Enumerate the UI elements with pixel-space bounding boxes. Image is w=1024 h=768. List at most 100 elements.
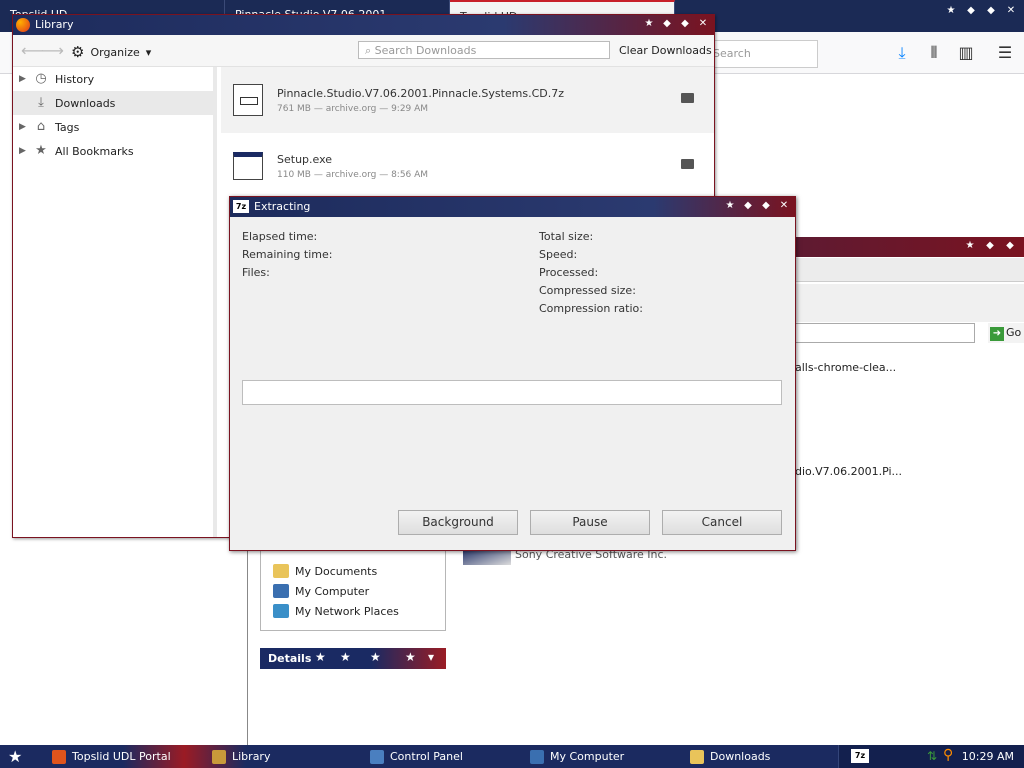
folder-icon xyxy=(273,564,289,578)
firefox-icon xyxy=(52,749,66,764)
taskbar-label: Topslid UDL Portal xyxy=(72,750,171,763)
sidebar-label: All Bookmarks xyxy=(55,144,134,158)
processed-label: Processed: xyxy=(539,266,599,279)
network-tray-icon[interactable]: ⇅ xyxy=(927,749,939,763)
extracting-titlebar: 7z Extracting ★ ◆ ◆ ✕ xyxy=(230,197,795,217)
organize-button[interactable]: ⚙ Organize ▾ xyxy=(71,43,151,61)
close-icon[interactable]: ◆ xyxy=(1003,239,1017,253)
organize-label: Organize xyxy=(90,45,140,59)
menu-icon[interactable]: ☰ xyxy=(994,44,1016,62)
close-icon[interactable]: ✕ xyxy=(696,17,710,31)
pause-button[interactable]: Pause xyxy=(530,510,650,535)
sidebar-item-all-bookmarks[interactable]: ▶ ★ All Bookmarks xyxy=(13,139,213,163)
extracting-dialog: 7z Extracting ★ ◆ ◆ ✕ Elapsed time: Rema… xyxy=(229,196,796,551)
taskbar-item-library[interactable]: Library xyxy=(212,745,362,768)
minimize-icon[interactable]: ◆ xyxy=(741,199,755,213)
expand-arrow-icon[interactable]: ▶ xyxy=(19,74,27,84)
sidebar-icon[interactable]: ▥ xyxy=(955,44,977,62)
close-icon[interactable]: ✕ xyxy=(777,199,791,213)
clock-icon: ◷ xyxy=(35,71,47,86)
go-label: Go xyxy=(1006,326,1022,339)
download-name: Setup.exe xyxy=(277,152,333,166)
search-downloads-input[interactable]: ⌕ Search Downloads xyxy=(358,41,610,59)
place-label: My Network Places xyxy=(295,604,399,618)
control-panel-icon xyxy=(370,749,384,764)
cancel-button[interactable]: Cancel xyxy=(662,510,782,535)
star-icon[interactable]: ★ xyxy=(642,17,656,31)
open-folder-icon[interactable] xyxy=(681,159,694,169)
maximize-icon[interactable]: ◆ xyxy=(678,17,692,31)
star-icon: ★ xyxy=(315,650,326,664)
go-button[interactable]: ➜ Go xyxy=(988,323,1024,343)
sidebar-item-history[interactable]: ▶ ◷ History xyxy=(13,67,213,91)
folder-icon xyxy=(690,749,704,764)
system-tray: 7z ⇅ ⚲ 10:29 AM xyxy=(838,745,1024,768)
library-icon[interactable]: ⫴ xyxy=(923,44,945,62)
clear-downloads-button[interactable]: Clear Downloads xyxy=(619,44,712,57)
compression-ratio-label: Compression ratio: xyxy=(539,302,643,315)
open-folder-icon[interactable] xyxy=(681,93,694,103)
taskbar-label: Control Panel xyxy=(390,750,463,763)
speed-label: Speed: xyxy=(539,248,578,261)
minimize-icon[interactable]: ◆ xyxy=(964,4,978,18)
control-panel-text-2: dio.V7.06.2001.Pi... xyxy=(795,465,903,478)
computer-icon xyxy=(530,749,544,764)
download-meta: 761 MB — archive.org — 9:29 AM xyxy=(277,103,429,114)
download-name: Pinnacle.Studio.V7.06.2001.Pinnacle.Syst… xyxy=(277,86,565,100)
chevron-down-icon: ▾ xyxy=(145,45,152,59)
taskbar: ★ Topslid UDL Portal Library Control Pan… xyxy=(0,745,1024,768)
sidebar-label: History xyxy=(55,72,95,86)
elapsed-time-label: Elapsed time: xyxy=(242,230,318,243)
sidebar-item-downloads[interactable]: ⤓ Downloads xyxy=(13,91,213,115)
place-my-network-places[interactable]: My Network Places xyxy=(261,601,445,621)
star-icon: ★ xyxy=(370,650,381,664)
total-size-label: Total size: xyxy=(539,230,594,243)
firefox-window-buttons: ★ ◆ ◆ ✕ xyxy=(944,4,1018,18)
taskbar-label: Library xyxy=(232,750,271,763)
taskbar-item-firefox[interactable]: Topslid UDL Portal xyxy=(52,745,202,768)
arrow-right-icon: ➜ xyxy=(990,327,1004,341)
gear-icon: ⚙ xyxy=(71,43,85,61)
place-label: My Documents xyxy=(295,564,378,578)
search-icon: ⌕ xyxy=(365,44,375,57)
place-my-computer[interactable]: My Computer xyxy=(261,581,445,601)
sidebar-label: Downloads xyxy=(55,96,116,110)
start-star-icon[interactable]: ★ xyxy=(8,747,22,766)
chevron-down-icon: ▾ xyxy=(428,650,435,664)
minimize-icon[interactable]: ◆ xyxy=(983,239,997,253)
close-icon[interactable]: ✕ xyxy=(1004,4,1018,18)
sidebar-label: Tags xyxy=(55,120,80,134)
sidebar-item-tags[interactable]: ▶ ⌂ Tags xyxy=(13,115,213,139)
forward-arrow-icon[interactable]: ⟶ xyxy=(41,41,64,60)
7zip-tray-icon[interactable]: 7z xyxy=(851,749,869,763)
taskbar-item-my-computer[interactable]: My Computer xyxy=(530,745,680,768)
download-meta: 110 MB — archive.org — 8:56 AM xyxy=(277,169,429,180)
download-item[interactable]: Setup.exe 110 MB — archive.org — 8:56 AM xyxy=(221,133,714,199)
expand-arrow-icon[interactable]: ▶ xyxy=(19,122,27,132)
executable-file-icon xyxy=(233,152,263,180)
download-item[interactable]: Pinnacle.Studio.V7.06.2001.Pinnacle.Syst… xyxy=(221,67,714,133)
details-label: Details xyxy=(268,652,312,665)
expand-arrow-icon[interactable]: ▶ xyxy=(19,146,27,156)
clock[interactable]: 10:29 AM xyxy=(962,750,1014,763)
archive-file-icon xyxy=(233,84,263,116)
star-icon[interactable]: ★ xyxy=(963,239,977,253)
minimize-icon[interactable]: ◆ xyxy=(660,17,674,31)
star-icon: ★ xyxy=(340,650,351,664)
download-icon[interactable]: ⤓ xyxy=(891,44,913,62)
star-icon[interactable]: ★ xyxy=(944,4,958,18)
taskbar-item-downloads[interactable]: Downloads xyxy=(690,745,830,768)
details-panel-header[interactable]: Details ★ ★ ★ ★ ▾ xyxy=(260,648,446,669)
place-my-documents[interactable]: My Documents xyxy=(261,561,445,581)
search-placeholder: Search Downloads xyxy=(374,44,477,57)
download-icon: ⤓ xyxy=(38,95,44,110)
taskbar-item-control-panel[interactable]: Control Panel xyxy=(370,745,520,768)
maximize-icon[interactable]: ◆ xyxy=(984,4,998,18)
background-button[interactable]: Background xyxy=(398,510,518,535)
star-icon[interactable]: ★ xyxy=(723,199,737,213)
search-tray-icon[interactable]: ⚲ xyxy=(943,747,953,763)
firefox-search-input[interactable]: Search xyxy=(708,40,818,68)
maximize-icon[interactable]: ◆ xyxy=(759,199,773,213)
address-bar[interactable] xyxy=(795,323,975,343)
other-places-panel: My Documents My Computer My Network Plac… xyxy=(260,548,446,631)
